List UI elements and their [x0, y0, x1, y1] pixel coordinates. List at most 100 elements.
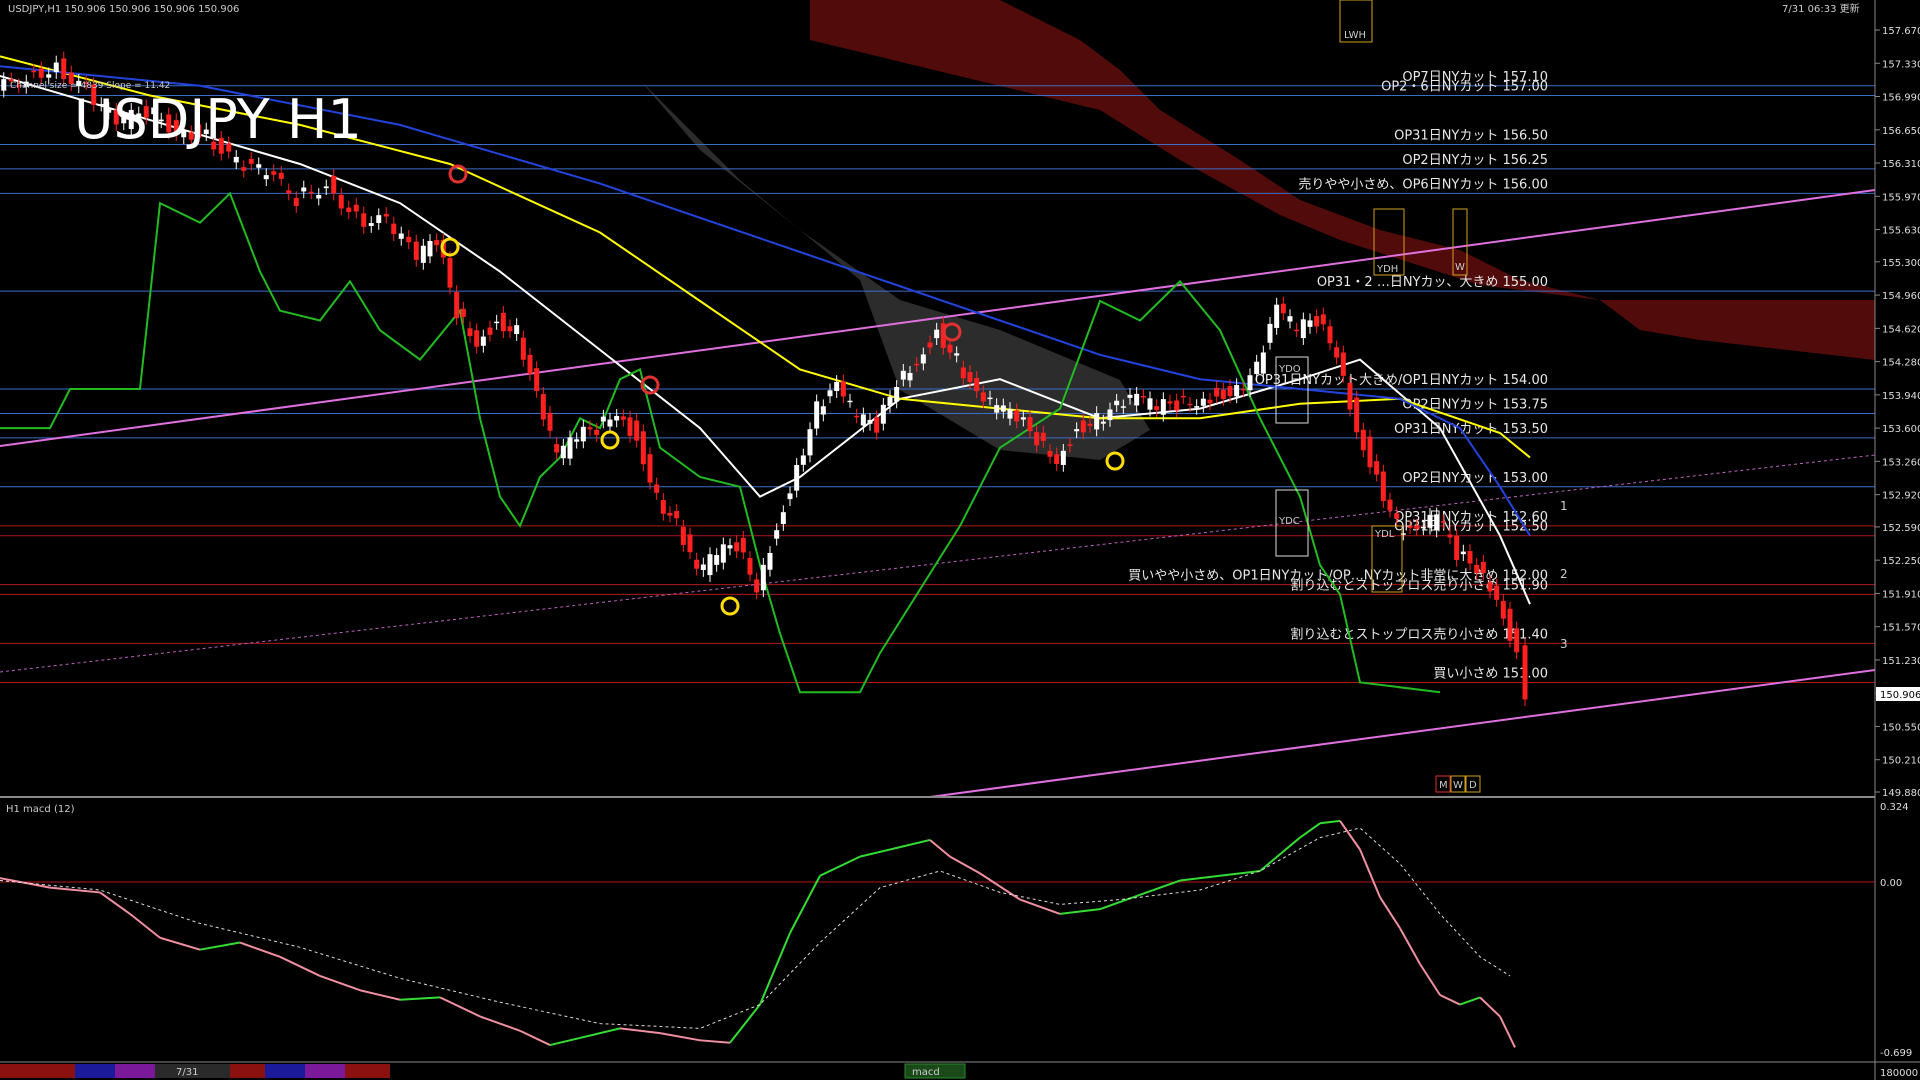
candle-body: [1034, 432, 1040, 446]
price-tick-label: 153.600: [1882, 424, 1920, 435]
candle-body: [467, 328, 473, 337]
candle-body: [1160, 399, 1166, 415]
candle-body: [1147, 398, 1153, 410]
macd-tick-top: 0.324: [1880, 802, 1909, 813]
candle-body: [960, 367, 966, 379]
candle-body: [727, 545, 733, 549]
candle-body: [233, 156, 239, 163]
candle-body: [594, 429, 600, 435]
candle-body: [554, 444, 560, 453]
candle-body: [1100, 421, 1106, 424]
candle-body: [1167, 401, 1173, 404]
candle-body: [434, 240, 440, 246]
candle-body: [1060, 450, 1066, 465]
candle-body: [760, 564, 766, 591]
price-tick-label: 154.960: [1882, 291, 1920, 302]
candle-body: [827, 390, 833, 397]
candle-body: [1360, 429, 1366, 451]
candle-body: [600, 416, 606, 422]
price-tick-label: 150.550: [1882, 722, 1920, 733]
candle-body: [894, 387, 900, 402]
candle-body: [507, 326, 513, 332]
candle-body: [520, 337, 526, 360]
macd-tab[interactable]: macd: [904, 1063, 966, 1079]
candle-body: [734, 542, 740, 552]
candle-body: [413, 241, 419, 260]
candle-body: [248, 158, 254, 164]
candle-body: [1522, 645, 1528, 700]
candle-body: [1454, 535, 1460, 560]
current-price-value: 150.906: [1880, 690, 1920, 701]
candle-body: [1074, 429, 1080, 432]
target-3-label: 3: [1560, 637, 1568, 651]
candle-body: [1080, 420, 1086, 433]
candle-body: [61, 58, 67, 80]
price-tick-label: 155.970: [1882, 192, 1920, 203]
candle-body: [1094, 413, 1100, 430]
candle-body: [754, 579, 760, 593]
price-tick-label: 156.310: [1882, 159, 1920, 170]
candle-body: [1334, 347, 1340, 358]
candle-body: [1067, 444, 1073, 446]
candle-body: [1014, 410, 1020, 422]
level-label: 買い小さめ 151.00: [1433, 666, 1548, 681]
candle-body: [980, 392, 986, 402]
candle-body: [967, 372, 973, 382]
candle-body: [547, 412, 553, 431]
candle-body: [1274, 304, 1280, 328]
candle-body: [580, 426, 586, 442]
candle-body: [301, 187, 307, 192]
candle-body: [1280, 303, 1286, 314]
candle-body: [338, 194, 344, 209]
candle-body: [747, 557, 753, 575]
candle-body: [587, 427, 593, 430]
candle-body: [271, 171, 277, 175]
candle-body: [1327, 326, 1333, 344]
candle-body: [914, 363, 920, 366]
candle-body: [1394, 513, 1400, 519]
candle-body: [1220, 389, 1226, 400]
candle-body: [1507, 608, 1513, 641]
candle-body: [854, 415, 860, 418]
candle-body: [1367, 436, 1373, 468]
candle-body: [474, 330, 480, 347]
candle-body: [1380, 471, 1386, 502]
candle-body: [1187, 403, 1193, 406]
candle-body: [323, 186, 329, 189]
candle-body: [620, 416, 626, 420]
candle-body: [767, 552, 773, 570]
candle-body: [527, 354, 533, 374]
candle-body: [907, 372, 913, 381]
candle-body: [1140, 395, 1146, 398]
candle-body: [887, 396, 893, 406]
candle-body: [494, 321, 500, 324]
candle-body: [427, 240, 433, 257]
candle-body: [840, 381, 846, 397]
price-tick-label: 154.620: [1882, 324, 1920, 335]
candle-body: [368, 223, 374, 226]
price-tick-label: 153.260: [1882, 457, 1920, 468]
macd-panel-title: H1 macd (12): [6, 804, 75, 815]
target-2-label: 2: [1560, 567, 1568, 581]
price-tick-label: 152.250: [1882, 556, 1920, 567]
candle-body: [263, 175, 269, 180]
ydl-label: YDL: [1374, 529, 1395, 540]
candle-body: [1134, 393, 1140, 406]
candle-body: [674, 511, 680, 519]
candle-body: [774, 530, 780, 539]
chart-background: [0, 0, 1920, 1080]
price-tick-label: 152.590: [1882, 523, 1920, 534]
candle-body: [1440, 521, 1446, 523]
candle-body: [383, 213, 389, 217]
candle-body: [1260, 352, 1266, 374]
candle-body: [1340, 352, 1346, 376]
candle-body: [31, 70, 37, 73]
candle-body: [1474, 564, 1480, 573]
price-tick-label: 155.630: [1882, 226, 1920, 237]
candle-body: [1180, 395, 1186, 398]
candle-body: [880, 404, 886, 424]
candle-body: [640, 431, 646, 465]
candle-body: [680, 526, 686, 545]
candle-body: [1, 79, 7, 91]
candle-body: [847, 400, 853, 403]
